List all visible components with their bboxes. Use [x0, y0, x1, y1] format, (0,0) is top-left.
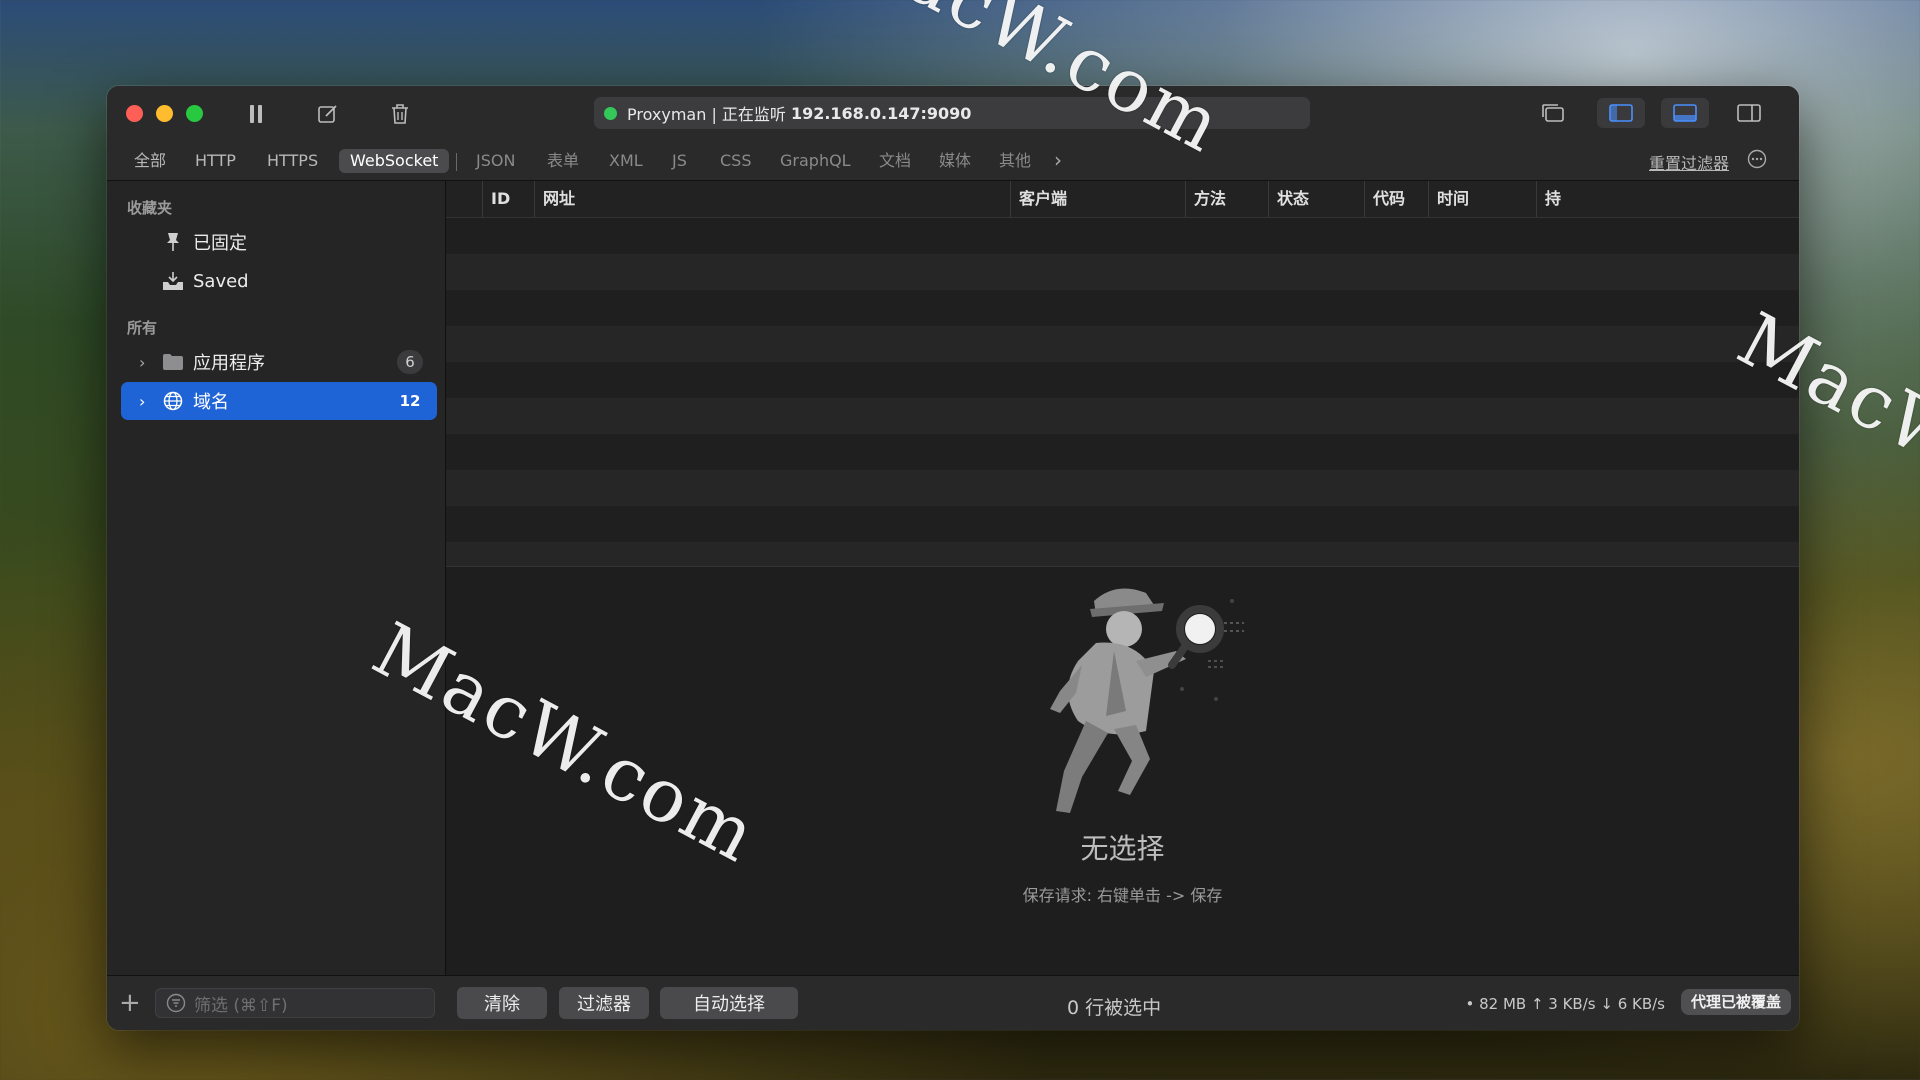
pin-icon	[161, 230, 185, 254]
close-window-button[interactable]	[126, 105, 143, 122]
tab-js[interactable]: JS	[672, 149, 687, 173]
table-row	[446, 218, 1799, 254]
table-row	[446, 254, 1799, 290]
toggle-sidebar-button[interactable]	[1597, 98, 1645, 128]
add-button[interactable]: +	[119, 988, 141, 1018]
content-filter-bar: 全部 HTTP HTTPS WebSocket JSON 表单 XML JS C…	[107, 140, 1799, 181]
table-row	[446, 398, 1799, 434]
empty-state-title: 无选择	[1080, 832, 1165, 865]
table-row	[446, 362, 1799, 398]
sidebar-item-domains[interactable]: › 域名 12	[121, 382, 437, 420]
tab-all[interactable]: 全部	[134, 149, 166, 173]
folder-icon	[161, 350, 185, 374]
windows-icon	[1542, 104, 1564, 122]
column-header-duration[interactable]: 持	[1536, 181, 1799, 217]
table-row	[446, 434, 1799, 470]
column-header-status[interactable]: 状态	[1268, 181, 1364, 217]
proxy-status-bar[interactable]: Proxyman | 正在监听 192.168.0.147:9090	[594, 97, 1310, 129]
request-table-body	[446, 218, 1799, 566]
request-list-panel: ID 网址 客户端 方法 状态 代码 时间 持 无选择 保存请求: 右键单击 -…	[446, 181, 1799, 975]
tab-http[interactable]: HTTP	[195, 149, 236, 173]
column-header-method[interactable]: 方法	[1185, 181, 1268, 217]
panel-divider[interactable]	[446, 566, 1799, 567]
table-row	[446, 542, 1799, 566]
count-badge: 12	[399, 392, 421, 410]
filter-search-input[interactable]: 筛选 (⌘⇧F)	[155, 988, 435, 1018]
sidebar-item-saved[interactable]: Saved	[121, 262, 437, 300]
column-header-url[interactable]: 网址	[534, 181, 1010, 217]
selection-count: 0 行被选中	[1067, 997, 1162, 1019]
network-stats: • 82 MB ↑ 3 KB/s ↓ 6 KB/s	[1465, 995, 1665, 1013]
tab-form[interactable]: 表单	[547, 149, 579, 173]
filter-icon	[166, 993, 186, 1013]
favorites-section-title: 收藏夹	[127, 199, 173, 217]
bottom-panel-icon	[1673, 104, 1697, 122]
proxy-name: Proxyman | 正在监听	[627, 105, 786, 124]
reset-filter-link[interactable]: 重置过滤器	[1649, 150, 1729, 174]
new-window-button[interactable]	[1529, 98, 1577, 128]
table-header: ID 网址 客户端 方法 状态 代码 时间 持	[446, 181, 1799, 218]
tab-https[interactable]: HTTPS	[267, 149, 318, 173]
filter-placeholder: 筛选 (⌘⇧F)	[194, 995, 288, 1016]
right-sidebar-icon	[1737, 104, 1761, 122]
table-row	[446, 506, 1799, 542]
proxy-override-badge[interactable]: 代理已被覆盖	[1680, 989, 1791, 1015]
sidebar-item-label: 应用程序	[193, 353, 265, 374]
proxy-address: 192.168.0.147:9090	[790, 103, 972, 123]
tab-media[interactable]: 媒体	[939, 149, 971, 173]
auto-select-button[interactable]: 自动选择	[660, 987, 798, 1019]
table-row	[446, 326, 1799, 362]
sidebar-item-pinned[interactable]: 已固定	[121, 223, 437, 261]
tab-css[interactable]: CSS	[720, 149, 751, 173]
sidebar-item-label: 域名	[193, 392, 229, 413]
sidebar: 收藏夹 已固定 Saved 所有 › 应用程序 6 › 域名 12	[107, 181, 446, 975]
proxyman-window: Proxyman | 正在监听 192.168.0.147:9090 全部 HT…	[107, 86, 1799, 1030]
title-bar: Proxyman | 正在监听 192.168.0.147:9090	[107, 86, 1799, 140]
sidebar-item-label: Saved	[193, 270, 249, 292]
sidebar-item-apps[interactable]: › 应用程序 6	[121, 343, 437, 381]
toggle-bottom-panel-button[interactable]	[1661, 98, 1709, 128]
tab-other[interactable]: 其他	[999, 149, 1031, 173]
table-row	[446, 290, 1799, 326]
sidebar-item-label: 已固定	[193, 233, 247, 254]
pause-button[interactable]	[240, 99, 272, 129]
globe-icon	[161, 389, 185, 413]
tab-xml[interactable]: XML	[609, 149, 643, 173]
trash-icon	[392, 104, 408, 124]
delete-button[interactable]	[384, 99, 416, 129]
column-header-time[interactable]: 时间	[1428, 181, 1536, 217]
listening-status-indicator	[604, 106, 617, 120]
tab-websocket[interactable]: WebSocket	[339, 149, 450, 173]
tab-json[interactable]: JSON	[476, 149, 515, 173]
left-sidebar-icon	[1609, 104, 1633, 122]
all-section-title: 所有	[127, 319, 158, 337]
chevron-right-icon[interactable]: ›	[139, 353, 145, 372]
zoom-window-button[interactable]	[186, 105, 203, 122]
more-tabs-chevron-icon[interactable]: ›	[1054, 148, 1062, 172]
saved-tray-icon	[161, 269, 185, 293]
tab-graphql[interactable]: GraphQL	[780, 149, 851, 173]
compose-button[interactable]	[312, 99, 344, 129]
detective-illustration	[1050, 588, 1244, 813]
tab-document[interactable]: 文档	[879, 149, 911, 173]
more-options-icon[interactable]	[1747, 149, 1767, 169]
filter-button[interactable]: 过滤器	[559, 987, 649, 1019]
empty-state-hint: 保存请求: 右键单击 -> 保存	[1022, 886, 1223, 905]
tab-separator	[456, 153, 457, 171]
count-badge: 6	[397, 350, 423, 374]
pause-icon	[250, 105, 262, 123]
bottom-toolbar: + 筛选 (⌘⇧F) 清除 过滤器 自动选择 0 行被选中 • 82 MB ↑ …	[107, 975, 1799, 1030]
clear-button[interactable]: 清除	[457, 987, 547, 1019]
column-header-id[interactable]: ID	[482, 181, 534, 217]
chevron-right-icon[interactable]: ›	[139, 392, 145, 411]
table-row	[446, 470, 1799, 506]
compose-icon	[318, 105, 337, 123]
column-header-code[interactable]: 代码	[1364, 181, 1428, 217]
column-header-client[interactable]: 客户端	[1010, 181, 1185, 217]
minimize-window-button[interactable]	[156, 105, 173, 122]
toggle-inspector-button[interactable]	[1725, 98, 1773, 128]
